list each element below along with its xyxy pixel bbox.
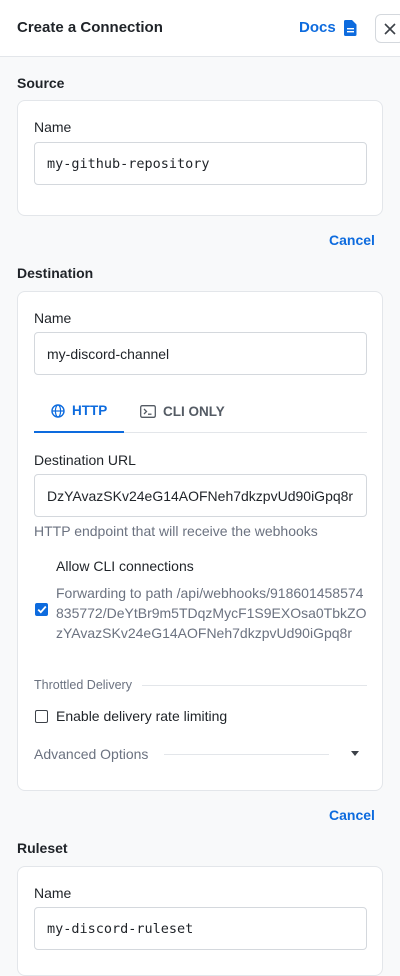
ruleset-name-input[interactable]: my-discord-ruleset bbox=[34, 907, 367, 950]
ruleset-card: Name my-discord-ruleset bbox=[17, 866, 383, 976]
globe-icon bbox=[51, 403, 65, 418]
tab-cli-only[interactable]: CLI ONLY bbox=[140, 390, 225, 433]
destination-url-label: Destination URL bbox=[34, 452, 136, 468]
check-icon bbox=[37, 605, 46, 614]
destination-url-value: DzYAvazSKv24eG14AOFNeh7dkzpvUd90iGpq8r bbox=[47, 487, 354, 504]
advanced-options-toggle[interactable]: Advanced Options bbox=[34, 746, 165, 762]
document-icon bbox=[343, 19, 357, 36]
rate-limit-label: Enable delivery rate limiting bbox=[56, 708, 228, 724]
tab-cli-label: CLI ONLY bbox=[163, 404, 225, 419]
destination-name-value: my-discord-channel bbox=[47, 345, 170, 362]
source-name-value: my-github-repository bbox=[47, 155, 210, 172]
chevron-down-icon[interactable] bbox=[350, 751, 360, 757]
page-title: Create a Connection bbox=[17, 19, 163, 36]
terminal-icon bbox=[140, 405, 156, 418]
rate-limit-checkbox[interactable] bbox=[35, 710, 48, 723]
tab-http-label: HTTP bbox=[72, 403, 108, 418]
destination-cancel-button[interactable]: Cancel bbox=[329, 807, 375, 823]
source-card: Name my-github-repository bbox=[17, 100, 383, 216]
forwarding-path-note: Forwarding to path /api/webhooks/9186014… bbox=[56, 585, 367, 641]
ruleset-section-title: Ruleset bbox=[17, 840, 68, 856]
ruleset-name-label: Name bbox=[34, 885, 72, 901]
source-cancel-button[interactable]: Cancel bbox=[329, 232, 375, 248]
allow-cli-label: Allow CLI connections bbox=[56, 558, 194, 574]
docs-link[interactable]: Docs bbox=[299, 19, 357, 36]
header-bar: Create a Connection Docs bbox=[0, 0, 400, 57]
close-button[interactable] bbox=[375, 14, 400, 43]
destination-url-input[interactable]: DzYAvazSKv24eG14AOFNeh7dkzpvUd90iGpq8r bbox=[34, 474, 367, 517]
source-name-label: Name bbox=[34, 119, 72, 135]
source-name-input[interactable]: my-github-repository bbox=[34, 142, 367, 185]
destination-name-input[interactable]: my-discord-channel bbox=[34, 332, 367, 375]
source-section-title: Source bbox=[17, 75, 65, 91]
close-icon bbox=[384, 22, 396, 35]
ruleset-name-value: my-discord-ruleset bbox=[47, 920, 194, 937]
destination-url-help: HTTP endpoint that will receive the webh… bbox=[34, 523, 318, 539]
destination-card: Name my-discord-channel HTTP CLI ONLY De… bbox=[17, 291, 383, 791]
tab-http[interactable]: HTTP bbox=[34, 390, 124, 433]
allow-cli-checkbox[interactable] bbox=[35, 603, 48, 616]
throttled-delivery-label: Throttled Delivery bbox=[34, 678, 142, 692]
docs-label: Docs bbox=[299, 19, 336, 36]
destination-section-title: Destination bbox=[17, 265, 94, 281]
destination-name-label: Name bbox=[34, 310, 72, 326]
destination-type-tabs: HTTP CLI ONLY bbox=[34, 390, 367, 433]
